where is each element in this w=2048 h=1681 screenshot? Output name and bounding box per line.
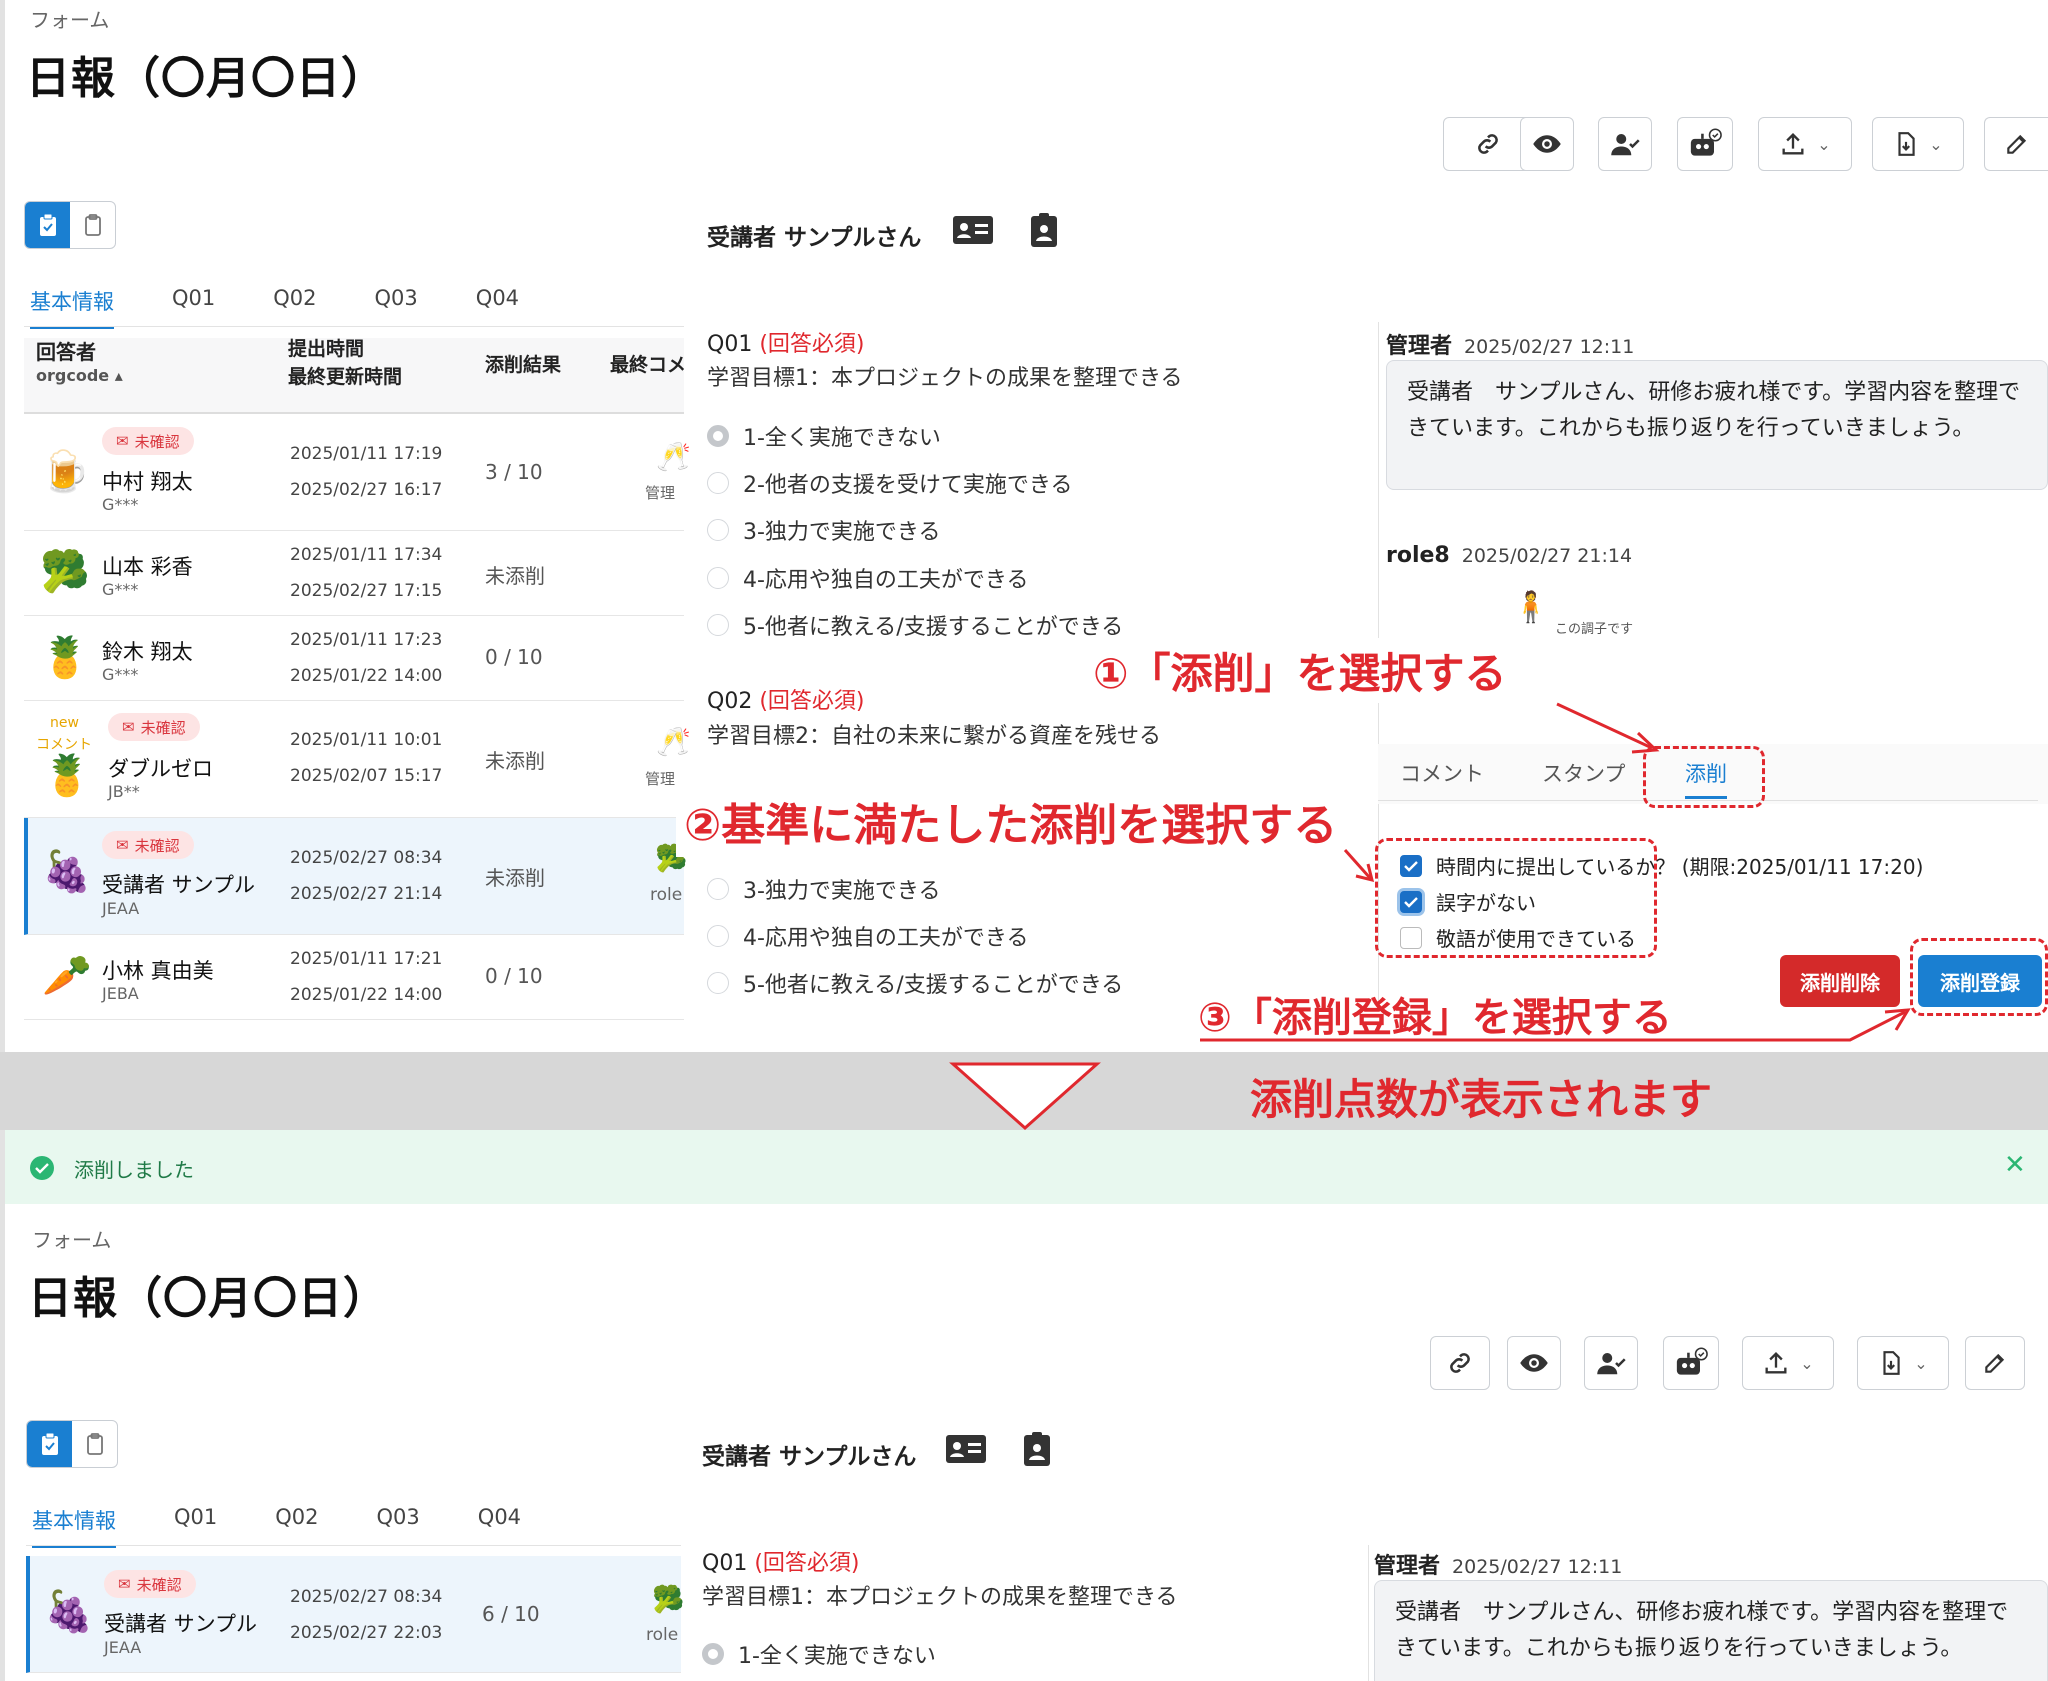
view-toggle[interactable] bbox=[26, 1420, 118, 1468]
updated-time: 2025/02/27 22:03 bbox=[290, 1623, 443, 1643]
avatar: 🍇 bbox=[44, 1589, 94, 1635]
tab-basic-info[interactable]: 基本情報 bbox=[32, 1505, 116, 1548]
user-check-icon bbox=[1597, 1353, 1626, 1375]
robot-button[interactable] bbox=[1663, 1336, 1719, 1390]
preview-button[interactable] bbox=[1507, 1336, 1561, 1390]
chevron-down-icon: ⌄ bbox=[1800, 1353, 1814, 1373]
q01-goal: 学習目標1：本プロジェクトの成果を整理できる bbox=[702, 1585, 1178, 1610]
toast-message: 添削しました bbox=[74, 1158, 194, 1182]
q01-heading: Q01 (回答必須) bbox=[702, 1551, 860, 1576]
tab-q02[interactable]: Q02 bbox=[275, 1505, 318, 1548]
review-result: 6 / 10 bbox=[482, 1602, 540, 1626]
user-check-button[interactable] bbox=[1584, 1336, 1638, 1390]
org-code: JEAA bbox=[104, 1638, 142, 1657]
tab-divider bbox=[26, 1545, 681, 1546]
success-toast bbox=[5, 1130, 2048, 1204]
tab-q04[interactable]: Q04 bbox=[478, 1505, 521, 1548]
chevron-down-icon: ⌄ bbox=[1914, 1353, 1928, 1373]
link-button[interactable] bbox=[1430, 1336, 1490, 1390]
comment-bubble: 受講者 サンプルさん、研修お疲れ様です。学習内容を整理できています。これからも振… bbox=[1374, 1580, 2048, 1681]
panel-divider bbox=[1368, 1545, 1369, 1681]
edit-button[interactable] bbox=[1965, 1336, 2025, 1390]
eye-icon bbox=[1520, 1354, 1548, 1372]
clipboard-check-icon[interactable] bbox=[27, 1421, 72, 1467]
upload-dropdown[interactable]: ⌄ bbox=[1742, 1336, 1834, 1390]
file-download-icon bbox=[1883, 1351, 1900, 1375]
radio-selected[interactable] bbox=[702, 1643, 724, 1665]
page-title: 日報（〇月〇日） bbox=[28, 1273, 388, 1324]
submitted-time: 2025/02/27 08:34 bbox=[290, 1587, 443, 1607]
annotation-result: 添削点数が表示されます bbox=[1250, 1075, 1713, 1124]
export-dropdown[interactable]: ⌄ bbox=[1857, 1336, 1949, 1390]
close-icon[interactable]: ✕ bbox=[2004, 1150, 2026, 1180]
status-badge: ✉ 未確認 bbox=[104, 1570, 196, 1598]
last-comment-user: role bbox=[646, 1625, 679, 1645]
last-comment-avatar: 🥦 bbox=[652, 1585, 685, 1615]
badge-icon[interactable] bbox=[1023, 1431, 1051, 1471]
link-icon bbox=[1450, 1353, 1470, 1373]
comment-header: 管理者 2025/02/27 12:11 bbox=[1374, 1554, 1623, 1579]
question-tabs[interactable]: 基本情報 Q01 Q02 Q03 Q04 bbox=[32, 1505, 521, 1548]
clipboard-icon[interactable] bbox=[72, 1421, 117, 1467]
tab-q03[interactable]: Q03 bbox=[377, 1505, 420, 1548]
mail-icon: ✉ bbox=[118, 1575, 131, 1593]
upload-icon bbox=[1765, 1352, 1787, 1374]
respondent-name: 受講者 サンプル bbox=[104, 1612, 258, 1636]
check-circle-icon bbox=[30, 1156, 54, 1180]
breadcrumb[interactable]: フォーム bbox=[32, 1224, 111, 1253]
edit-icon bbox=[1985, 1353, 2005, 1373]
trainee-name: 受講者 サンプルさん bbox=[702, 1444, 917, 1470]
tab-q01[interactable]: Q01 bbox=[174, 1505, 217, 1548]
down-arrow-icon bbox=[949, 1062, 1101, 1130]
radio-option-1[interactable]: 1-全く実施できない bbox=[702, 1638, 936, 1670]
robot-icon bbox=[1676, 1347, 1708, 1375]
id-card-icon[interactable] bbox=[945, 1433, 987, 1469]
